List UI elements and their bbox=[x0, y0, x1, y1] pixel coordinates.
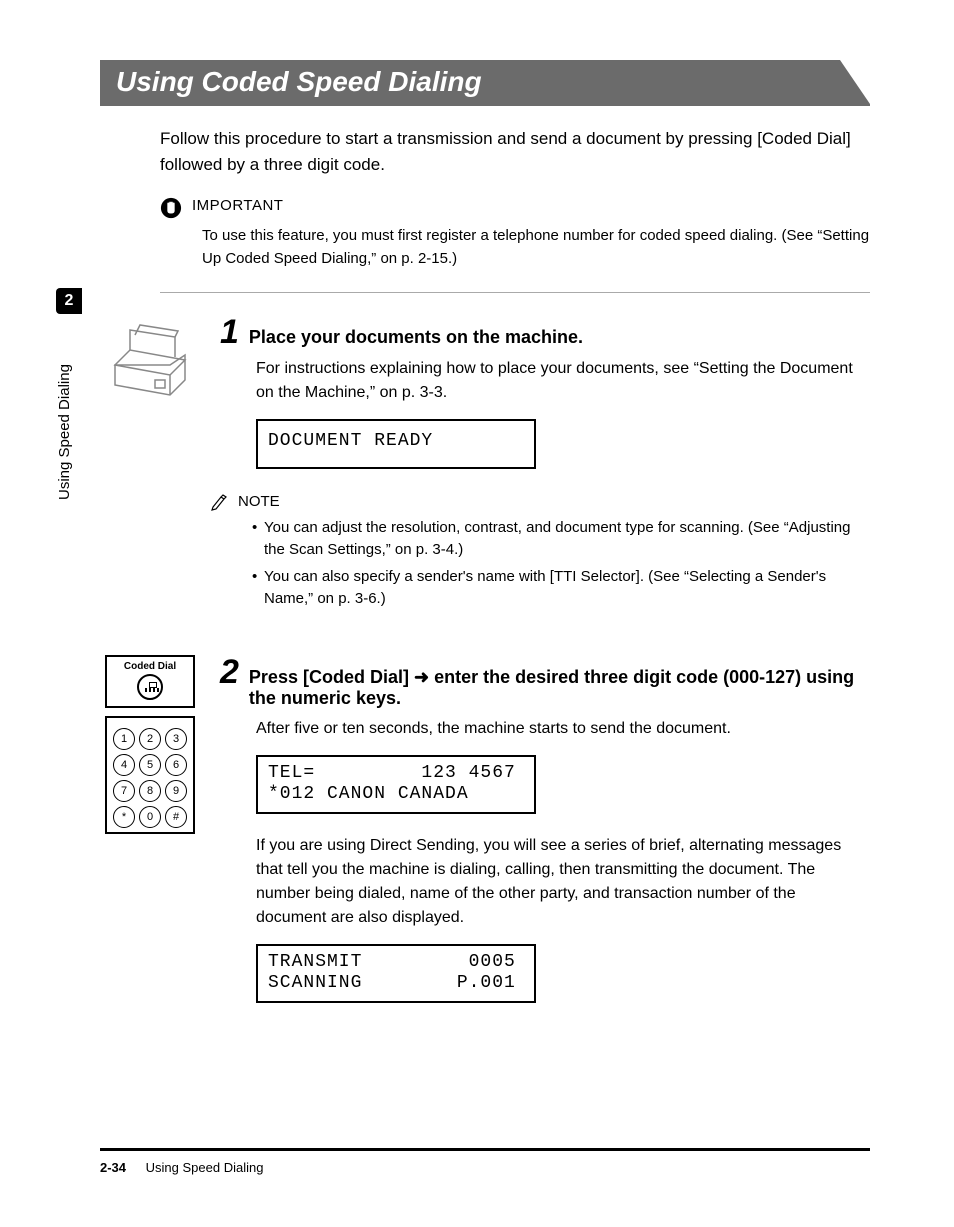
lcd-display-2: TEL= 123 4567 *012 CANON CANADA bbox=[256, 755, 536, 814]
printer-illustration bbox=[100, 315, 200, 410]
key-2: 2 bbox=[139, 728, 161, 750]
step1-number: 1 bbox=[220, 315, 239, 349]
important-text: To use this feature, you must first regi… bbox=[202, 225, 870, 270]
step2-body1: After five or ten seconds, the machine s… bbox=[256, 717, 870, 741]
key-0: 0 bbox=[139, 806, 161, 828]
keypad-label: Coded Dial bbox=[111, 661, 189, 672]
lcd-display-1: DOCUMENT READY bbox=[256, 419, 536, 469]
note-item: You can adjust the resolution, contrast,… bbox=[252, 517, 870, 562]
lcd-display-3: TRANSMIT 0005 SCANNING P.001 bbox=[256, 944, 536, 1003]
footer-divider bbox=[100, 1148, 870, 1151]
note-list: You can adjust the resolution, contrast,… bbox=[252, 517, 870, 611]
footer-title: Using Speed Dialing bbox=[146, 1160, 264, 1175]
note-label: NOTE bbox=[238, 493, 280, 510]
important-label: IMPORTANT bbox=[192, 197, 283, 214]
key-9: 9 bbox=[165, 780, 187, 802]
page-footer: 2-34 Using Speed Dialing bbox=[100, 1148, 870, 1177]
coded-dial-icon bbox=[137, 674, 163, 700]
key-3: 3 bbox=[165, 728, 187, 750]
sidebar-label: Using Speed Dialing bbox=[56, 364, 73, 500]
page-number: 2-34 bbox=[100, 1160, 126, 1175]
key-6: 6 bbox=[165, 754, 187, 776]
divider bbox=[160, 292, 870, 293]
key-1: 1 bbox=[113, 728, 135, 750]
step2-body2: If you are using Direct Sending, you wil… bbox=[256, 834, 870, 930]
step1-body: For instructions explaining how to place… bbox=[256, 357, 870, 405]
intro-paragraph: Follow this procedure to start a transmi… bbox=[160, 126, 870, 177]
section-heading: Using Coded Speed Dialing bbox=[100, 60, 870, 106]
key-5: 5 bbox=[139, 754, 161, 776]
coded-dial-keypad: Coded Dial bbox=[105, 655, 195, 708]
step1-title: Place your documents on the machine. bbox=[249, 327, 583, 348]
key-hash: # bbox=[165, 806, 187, 828]
key-7: 7 bbox=[113, 780, 135, 802]
key-4: 4 bbox=[113, 754, 135, 776]
step2-title-pre: Press [Coded Dial] bbox=[249, 667, 414, 687]
arrow-icon: ➜ bbox=[414, 667, 429, 687]
numeric-keypad: 1 2 3 4 5 6 7 8 9 * 0 # bbox=[105, 716, 195, 834]
key-8: 8 bbox=[139, 780, 161, 802]
step2-title: Press [Coded Dial] ➜ enter the desired t… bbox=[249, 667, 870, 709]
note-item: You can also specify a sender's name wit… bbox=[252, 566, 870, 611]
chapter-tab: 2 bbox=[56, 288, 82, 314]
note-icon bbox=[210, 493, 228, 511]
step2-number: 2 bbox=[220, 655, 239, 689]
key-star: * bbox=[113, 806, 135, 828]
important-icon bbox=[160, 197, 182, 219]
